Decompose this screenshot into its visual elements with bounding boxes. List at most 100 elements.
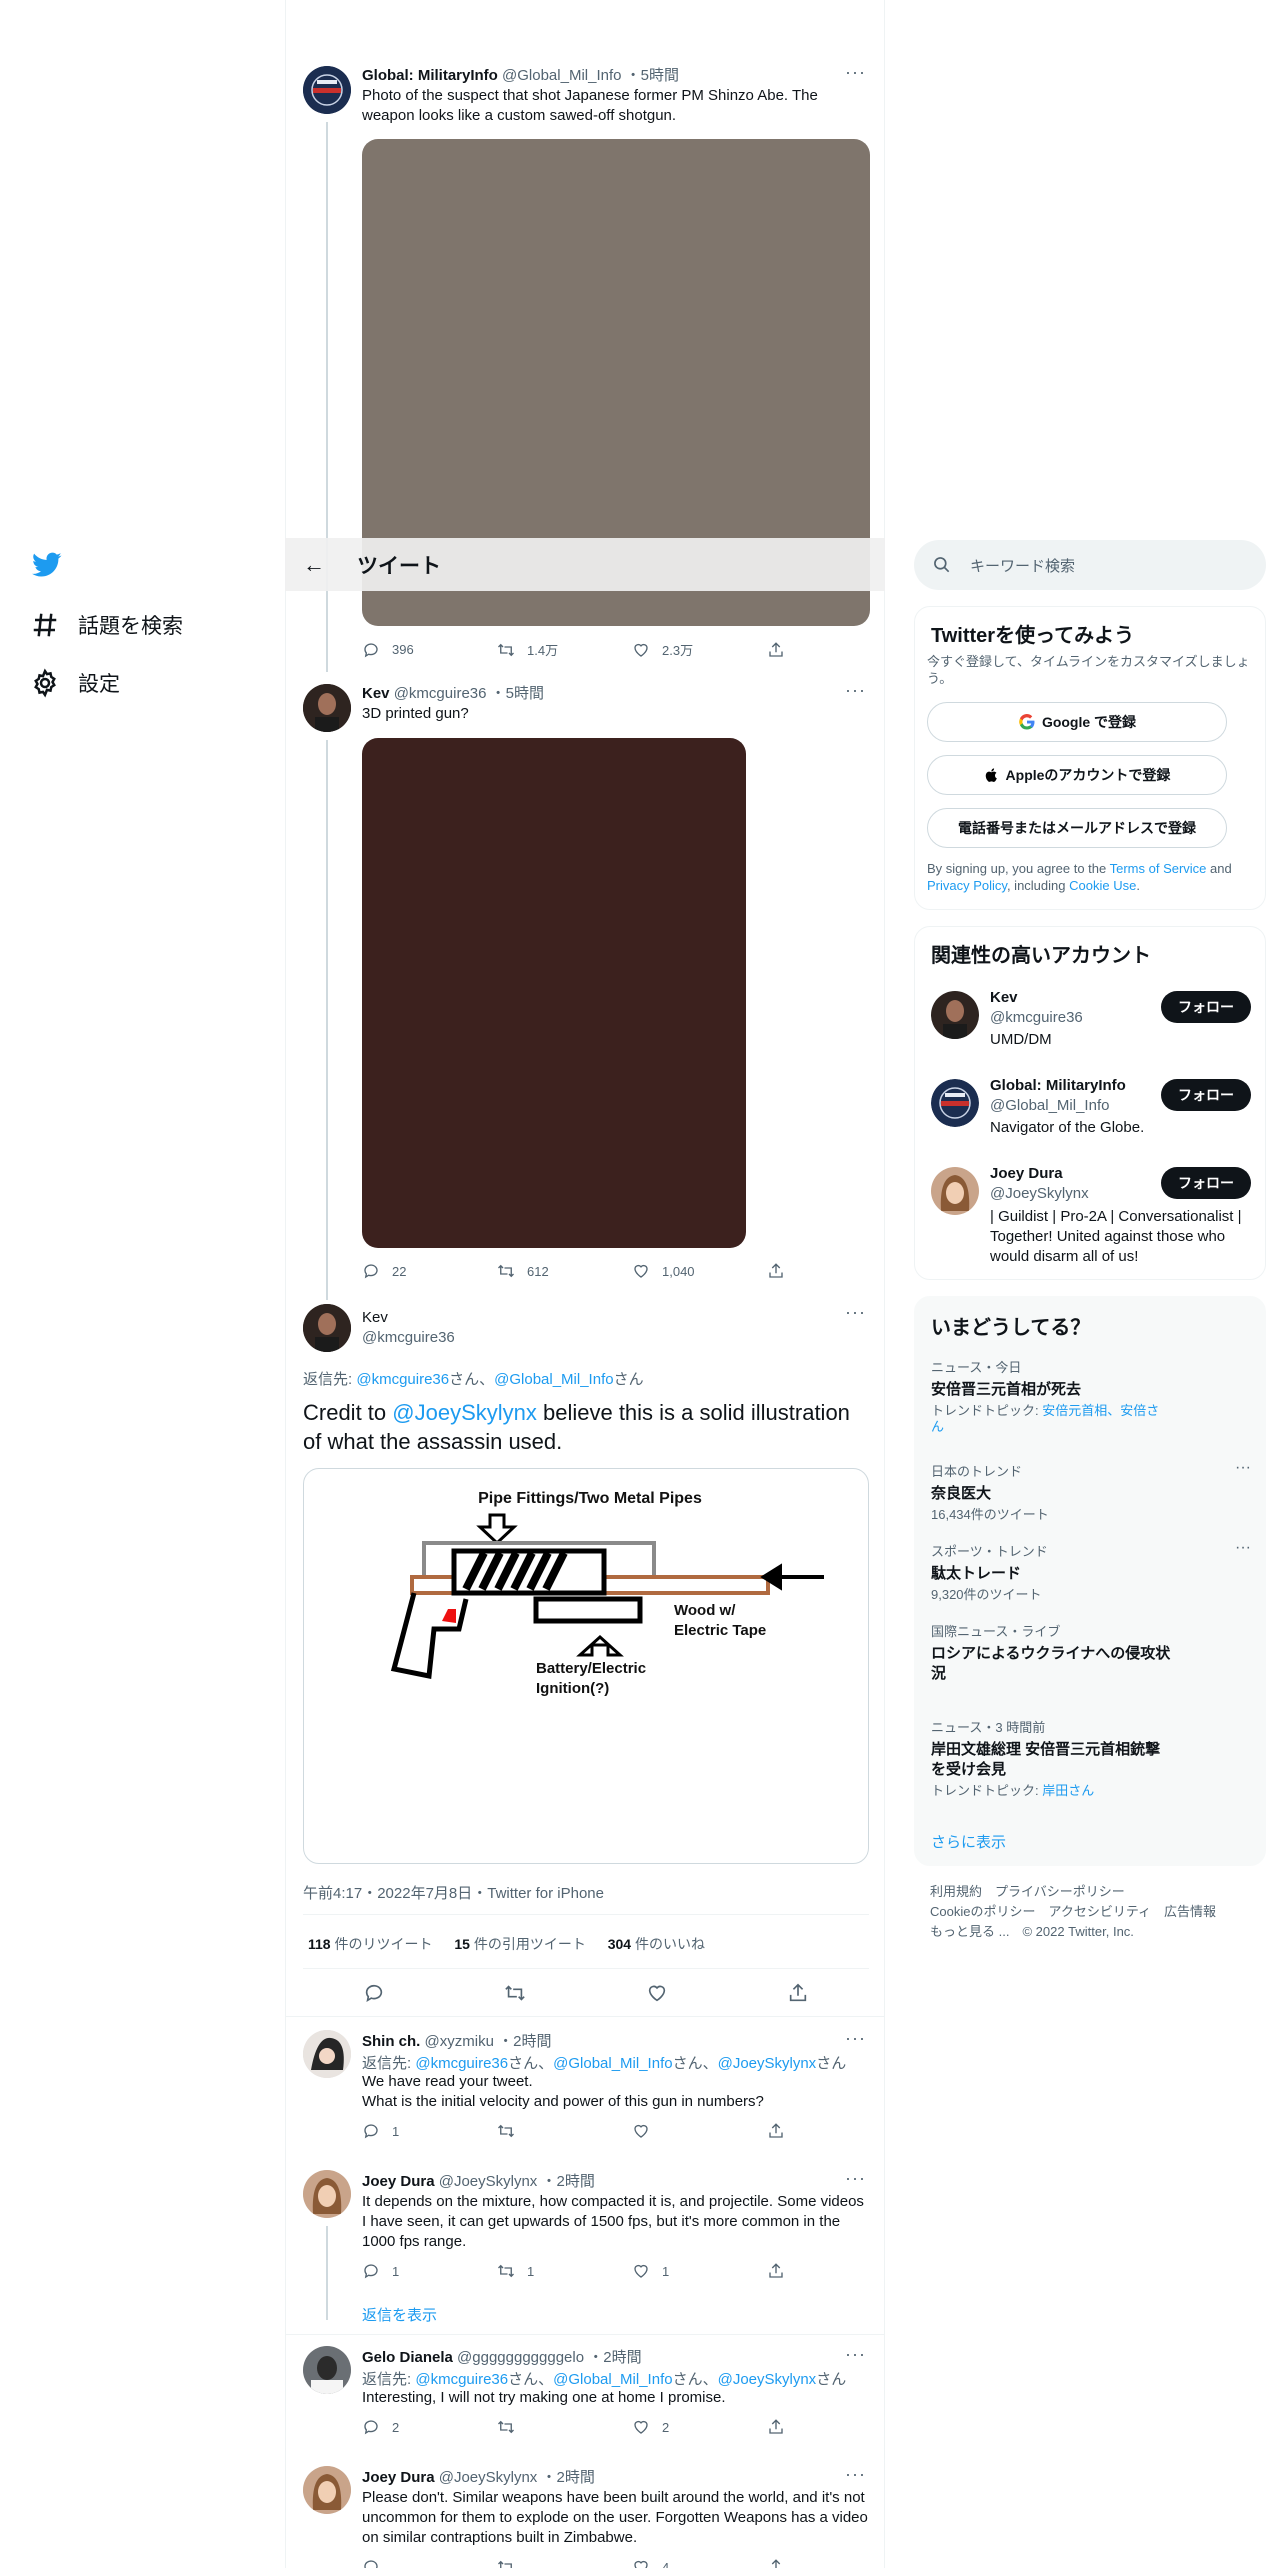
follow-button[interactable]: フォロー: [1161, 1079, 1251, 1111]
author-name[interactable]: Global: MilitaryInfo: [362, 67, 498, 84]
trend-item[interactable]: スポーツ・トレンド 駄太トレード 9,320件のツイート ···: [931, 1539, 1251, 1603]
quote-stat[interactable]: 15 件の引用ツイート: [454, 1936, 585, 1952]
retweet-stat[interactable]: 118 件のリツイート: [308, 1936, 432, 1952]
reply-icon[interactable]: [363, 1982, 385, 2004]
account-item[interactable]: Joey Dura @JoeySkylynx | Guildist | Pro-…: [915, 1161, 1267, 1273]
share-button[interactable]: [767, 1262, 797, 1280]
like-button[interactable]: 1,040: [632, 1262, 767, 1280]
search-input[interactable]: キーワード検索: [914, 540, 1266, 590]
avatar[interactable]: [931, 1079, 979, 1127]
share-button[interactable]: [767, 640, 797, 659]
back-arrow-icon[interactable]: ←: [303, 552, 333, 578]
avatar[interactable]: [931, 991, 979, 1039]
show-more-link[interactable]: さらに表示: [931, 1831, 1006, 1852]
reply-tweet[interactable]: Gelo Dianela @gggggggggggelo ・2時間 ··· 返信…: [286, 2344, 884, 2456]
mention-link[interactable]: @kmcguire36: [415, 2371, 508, 2388]
account-handle[interactable]: @JoeySkylynx: [990, 1185, 1089, 1202]
footer-line[interactable]: Cookieのポリシー アクセシビリティ 広告情報: [930, 1902, 1216, 1922]
share-icon[interactable]: [787, 1982, 809, 2004]
account-item[interactable]: Kev @kmcguire36 UMD/DM フォロー: [915, 985, 1267, 1065]
retweet-button[interactable]: 1: [497, 2262, 632, 2280]
more-options-icon[interactable]: ···: [845, 2028, 866, 2049]
like-button[interactable]: 1: [632, 2262, 767, 2280]
account-handle[interactable]: @Global_Mil_Info: [990, 1097, 1109, 1114]
author-handle[interactable]: @JoeySkylynx: [439, 2173, 538, 2190]
retweet-button[interactable]: 1.4万: [497, 640, 632, 659]
phone-email-signup-button[interactable]: 電話番号またはメールアドレスで登録: [927, 808, 1227, 848]
reply-button[interactable]: 396: [362, 640, 497, 659]
like-button[interactable]: 2: [632, 2418, 767, 2436]
author-name[interactable]: Gelo Dianela: [362, 2349, 453, 2366]
account-name[interactable]: Kev: [990, 989, 1018, 1006]
retweet-icon[interactable]: [504, 1982, 526, 2004]
reply-button[interactable]: 1: [362, 2262, 497, 2280]
avatar[interactable]: [303, 66, 351, 114]
author-handle[interactable]: @Global_Mil_Info: [502, 67, 621, 84]
thread-tweet[interactable]: Kev @kmcguire36 ・5時間 ··· 3D printed gun?…: [286, 680, 884, 1300]
mention-link[interactable]: @Global_Mil_Info: [494, 1371, 613, 1388]
share-button[interactable]: [767, 2122, 797, 2140]
avatar[interactable]: [303, 684, 351, 732]
reply-tweet[interactable]: Joey Dura @JoeySkylynx ・2時間 ··· It depen…: [286, 2168, 884, 2320]
account-item[interactable]: Global: MilitaryInfo @Global_Mil_Info Na…: [915, 1073, 1267, 1153]
retweet-button[interactable]: 612: [497, 1262, 632, 1280]
author-name[interactable]: Joey Dura: [362, 2173, 435, 2190]
reply-button[interactable]: 22: [362, 1262, 497, 1280]
google-signup-button[interactable]: Google で登録: [927, 702, 1227, 742]
more-options-icon[interactable]: ···: [845, 62, 866, 83]
avatar[interactable]: [303, 2466, 351, 2514]
trend-item[interactable]: ニュース・今日 安倍晋三元首相が死去 トレンドトピック: 安倍元首相、安倍さん: [931, 1357, 1251, 1435]
heart-icon[interactable]: [646, 1982, 668, 2004]
tweet-time[interactable]: 5時間: [506, 685, 544, 702]
avatar[interactable]: [303, 2346, 351, 2394]
reply-button[interactable]: 1: [362, 2122, 497, 2140]
author-handle[interactable]: @kmcguire36: [362, 1328, 455, 1347]
more-options-icon[interactable]: ···: [1235, 1539, 1251, 1557]
follow-button[interactable]: フォロー: [1161, 1167, 1251, 1199]
follow-button[interactable]: フォロー: [1161, 991, 1251, 1023]
like-button[interactable]: [632, 2122, 767, 2140]
tweet-time[interactable]: 2時間: [557, 2469, 595, 2486]
share-button[interactable]: [767, 2418, 797, 2436]
more-options-icon[interactable]: ···: [845, 2168, 866, 2189]
author-name[interactable]: Kev: [362, 1308, 388, 1327]
mention-link[interactable]: @kmcguire36: [356, 1371, 449, 1388]
share-button[interactable]: [767, 2262, 797, 2280]
mention-link[interactable]: @Global_Mil_Info: [553, 2055, 672, 2072]
avatar[interactable]: [931, 1167, 979, 1215]
author-handle[interactable]: @kmcguire36: [394, 685, 487, 702]
more-options-icon[interactable]: ···: [845, 2464, 866, 2485]
twitter-logo-icon[interactable]: [32, 552, 62, 583]
avatar[interactable]: [303, 2170, 351, 2218]
like-button[interactable]: 4: [632, 2558, 767, 2568]
more-options-icon[interactable]: ···: [845, 680, 866, 701]
cookie-link[interactable]: Cookie Use: [1069, 878, 1136, 893]
tweet-time[interactable]: 2時間: [513, 2033, 551, 2050]
reply-tweet[interactable]: Shin ch. @xyzmiku ・2時間 ··· 返信先: @kmcguir…: [286, 2028, 884, 2150]
trend-item[interactable]: 国際ニュース・ライブ ロシアによるウクライナへの侵攻状況: [931, 1621, 1251, 1684]
author-handle[interactable]: @gggggggggggelo: [457, 2349, 584, 2366]
like-stat[interactable]: 304 件のいいね: [608, 1936, 705, 1952]
more-options-icon[interactable]: ···: [845, 2344, 866, 2365]
footer-line[interactable]: 利用規約 プライバシーポリシー: [930, 1882, 1216, 1902]
terms-link[interactable]: Terms of Service: [1110, 861, 1207, 876]
tweet-photo[interactable]: [362, 738, 746, 1248]
author-handle[interactable]: @xyzmiku: [425, 2033, 494, 2050]
tweet-diagram-image[interactable]: Pipe Fittings/Two Metal Pipes Wood w/ El…: [303, 1468, 869, 1864]
footer-line[interactable]: もっと見る ... © 2022 Twitter, Inc.: [930, 1922, 1216, 1942]
retweet-button[interactable]: [497, 2418, 632, 2436]
tweet-time[interactable]: 2時間: [557, 2173, 595, 2190]
mention-link[interactable]: @JoeySkylynx: [392, 1400, 537, 1425]
retweet-button[interactable]: [497, 2558, 632, 2568]
author-handle[interactable]: @JoeySkylynx: [439, 2469, 538, 2486]
nav-explore[interactable]: 話題を検索: [30, 610, 183, 640]
mention-link[interactable]: @kmcguire36: [415, 2055, 508, 2072]
share-button[interactable]: [767, 2558, 797, 2568]
reply-tweet[interactable]: Joey Dura @JoeySkylynx ・2時間 ··· Please d…: [286, 2464, 884, 2568]
mention-link[interactable]: @JoeySkylynx: [718, 2371, 817, 2388]
show-replies-link[interactable]: 返信を表示: [362, 2304, 437, 2325]
author-name[interactable]: Joey Dura: [362, 2469, 435, 2486]
like-button[interactable]: 2.3万: [632, 640, 767, 659]
author-name[interactable]: Shin ch.: [362, 2033, 420, 2050]
reply-button[interactable]: [362, 2558, 497, 2568]
